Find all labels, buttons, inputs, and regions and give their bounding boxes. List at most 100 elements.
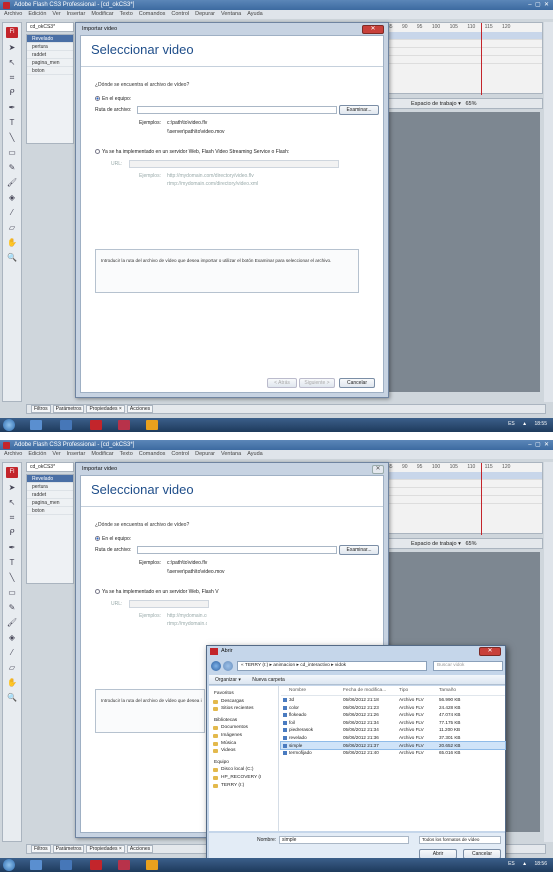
nav-imagenes[interactable]: Imágenes <box>209 732 278 740</box>
nav-equipo[interactable]: Equipo <box>209 759 278 767</box>
free-transform-icon[interactable]: ⌗ <box>6 72 18 83</box>
layer-row[interactable]: boton <box>27 507 73 515</box>
url-input[interactable] <box>129 600 209 608</box>
nav-hp-recovery[interactable]: HP_RECOVERY (I <box>209 774 278 782</box>
column-date[interactable]: Fecha de modifica... <box>343 686 386 696</box>
layer-row[interactable]: raddet <box>27 491 73 499</box>
layer-row[interactable]: pertura <box>27 483 73 491</box>
breadcrumb[interactable]: « TERRY (I:) ▸ animacion ▸ cd_interactiv… <box>237 661 427 671</box>
file-row[interactable]: flokeado 05/06/2012 21:26 Archivo FLV 47.07… <box>281 711 505 719</box>
layer-row[interactable]: Revelado <box>27 475 73 483</box>
back-button[interactable]: < Atrás <box>267 378 297 388</box>
tab-parametros[interactable]: Parámetros <box>52 405 85 413</box>
file-type-select[interactable]: Todos los formatos de vídeo <box>419 836 501 844</box>
timeline-row[interactable] <box>381 480 542 488</box>
menu-ventana[interactable]: Ventana <box>221 11 241 17</box>
subselection-tool-icon[interactable]: ↖ <box>6 497 18 508</box>
menu-insertar[interactable]: Insertar <box>67 451 86 457</box>
timeline-row[interactable] <box>381 496 542 504</box>
nav-disco-local[interactable]: Disco local (C:) <box>209 766 278 774</box>
nav-sitios-recientes[interactable]: Sitios recientes <box>209 705 278 713</box>
pencil-tool-icon[interactable]: ✎ <box>6 602 18 613</box>
subselection-tool-icon[interactable]: ↖ <box>6 57 18 68</box>
workspace-menu[interactable]: Espacio de trabajo ▾ <box>411 101 461 107</box>
tab-acciones[interactable]: Acciones <box>126 845 154 853</box>
menu-comandos[interactable]: Comandos <box>139 451 166 457</box>
playhead[interactable] <box>481 23 482 95</box>
ink-bottle-icon[interactable]: ◈ <box>6 632 18 643</box>
menu-modificar[interactable]: Modificar <box>91 11 113 17</box>
layer-row[interactable]: raddet <box>27 51 73 59</box>
eraser-icon[interactable]: ▱ <box>6 662 18 673</box>
menu-control[interactable]: Control <box>171 451 189 457</box>
radio-web[interactable]: Ya se ha implementado en un servidor Web… <box>95 589 219 595</box>
playhead[interactable] <box>481 463 482 535</box>
eyedropper-icon[interactable]: ⁄ <box>6 647 18 658</box>
menu-ventana[interactable]: Ventana <box>221 451 241 457</box>
timeline-row[interactable] <box>381 56 542 64</box>
nav-musica[interactable]: Música <box>209 740 278 748</box>
zoom-tool-icon[interactable]: 🔍 <box>6 252 18 263</box>
close-button[interactable]: ✕ <box>372 465 384 474</box>
filename-input[interactable]: simple <box>279 836 409 844</box>
taskbar-app-icon[interactable] <box>60 860 72 870</box>
timeline[interactable]: 85 90 95 100 105 110 115 120 <box>380 462 543 535</box>
rectangle-tool-icon[interactable]: ▭ <box>6 147 18 158</box>
brush-tool-icon[interactable]: 🖌 <box>6 177 18 188</box>
taskbar-app-icon[interactable] <box>118 860 130 870</box>
radio-local[interactable]: En el equipo: <box>95 536 131 542</box>
lasso-tool-icon[interactable]: ᑭ <box>6 87 18 98</box>
column-name[interactable]: Nombre <box>289 686 306 696</box>
nav-favoritos[interactable]: Favoritos <box>209 690 278 698</box>
layer-row[interactable]: pagina_men <box>27 59 73 67</box>
taskbar-app-icon[interactable] <box>30 420 42 430</box>
clock[interactable]: 18:55 <box>534 421 547 427</box>
tab-filtros[interactable]: Filtros <box>31 845 51 853</box>
text-tool-icon[interactable]: T <box>6 117 18 128</box>
close-button[interactable]: ✕ <box>479 647 501 656</box>
menu-ayuda[interactable]: Ayuda <box>247 11 263 17</box>
pen-tool-icon[interactable]: ✒ <box>6 542 18 553</box>
file-row[interactable]: termofijado 05/06/2012 21:40 Archivo FLV 65… <box>281 749 505 757</box>
file-row[interactable]: 3d 05/06/2012 21:18 Archivo FLV 56.990 KB <box>281 696 505 704</box>
timeline-row[interactable] <box>381 488 542 496</box>
nav-documentos[interactable]: Documentos <box>209 724 278 732</box>
forward-arrow-icon[interactable] <box>223 661 233 671</box>
tab-propiedades[interactable]: Propiedades × <box>86 845 125 853</box>
hand-tool-icon[interactable]: ✋ <box>6 237 18 248</box>
browse-button[interactable]: Examinar... <box>339 105 379 115</box>
next-button[interactable]: Siguiente > <box>299 378 335 388</box>
menu-archivo[interactable]: Archivo <box>4 11 22 17</box>
menu-depurar[interactable]: Depurar <box>195 451 215 457</box>
url-input[interactable] <box>129 160 339 168</box>
menu-edicion[interactable]: Edición <box>28 11 46 17</box>
new-folder-button[interactable]: Nueva carpeta <box>252 677 285 683</box>
timeline[interactable]: 85 90 95 100 105 110 115 120 <box>380 22 543 95</box>
nav-videos[interactable]: Videos <box>209 747 278 755</box>
pencil-tool-icon[interactable]: ✎ <box>6 162 18 173</box>
organize-button[interactable]: Organizar ▾ <box>215 677 241 683</box>
taskbar-flash-icon[interactable] <box>90 420 102 430</box>
close-button[interactable]: ✕ <box>362 25 384 34</box>
browse-button[interactable]: Examinar... <box>339 545 379 555</box>
zoom-level[interactable]: 65% <box>465 101 476 107</box>
back-arrow-icon[interactable] <box>211 661 221 671</box>
file-row[interactable]: foil 05/06/2012 21:34 Archivo FLV 77.175 KB <box>281 719 505 727</box>
layer-row[interactable]: Revelado <box>27 35 73 43</box>
menu-depurar[interactable]: Depurar <box>195 11 215 17</box>
timeline-row[interactable] <box>381 32 542 40</box>
nav-bibliotecas[interactable]: Bibliotecas <box>209 717 278 725</box>
file-row-selected[interactable]: simple 05/06/2012 21:37 Archivo FLV 20.652 … <box>280 740 506 751</box>
tab-propiedades[interactable]: Propiedades × <box>86 405 125 413</box>
tab-filtros[interactable]: Filtros <box>31 405 51 413</box>
radio-local[interactable]: En el equipo: <box>95 96 131 102</box>
menu-insertar[interactable]: Insertar <box>67 11 86 17</box>
menu-ver[interactable]: Ver <box>52 11 60 17</box>
text-tool-icon[interactable]: T <box>6 557 18 568</box>
menu-texto[interactable]: Texto <box>120 11 133 17</box>
tray-icons[interactable]: ES ▲ <box>508 861 527 867</box>
rectangle-tool-icon[interactable]: ▭ <box>6 587 18 598</box>
menu-edicion[interactable]: Edición <box>28 451 46 457</box>
menu-control[interactable]: Control <box>171 11 189 17</box>
timeline-row[interactable] <box>381 472 542 480</box>
